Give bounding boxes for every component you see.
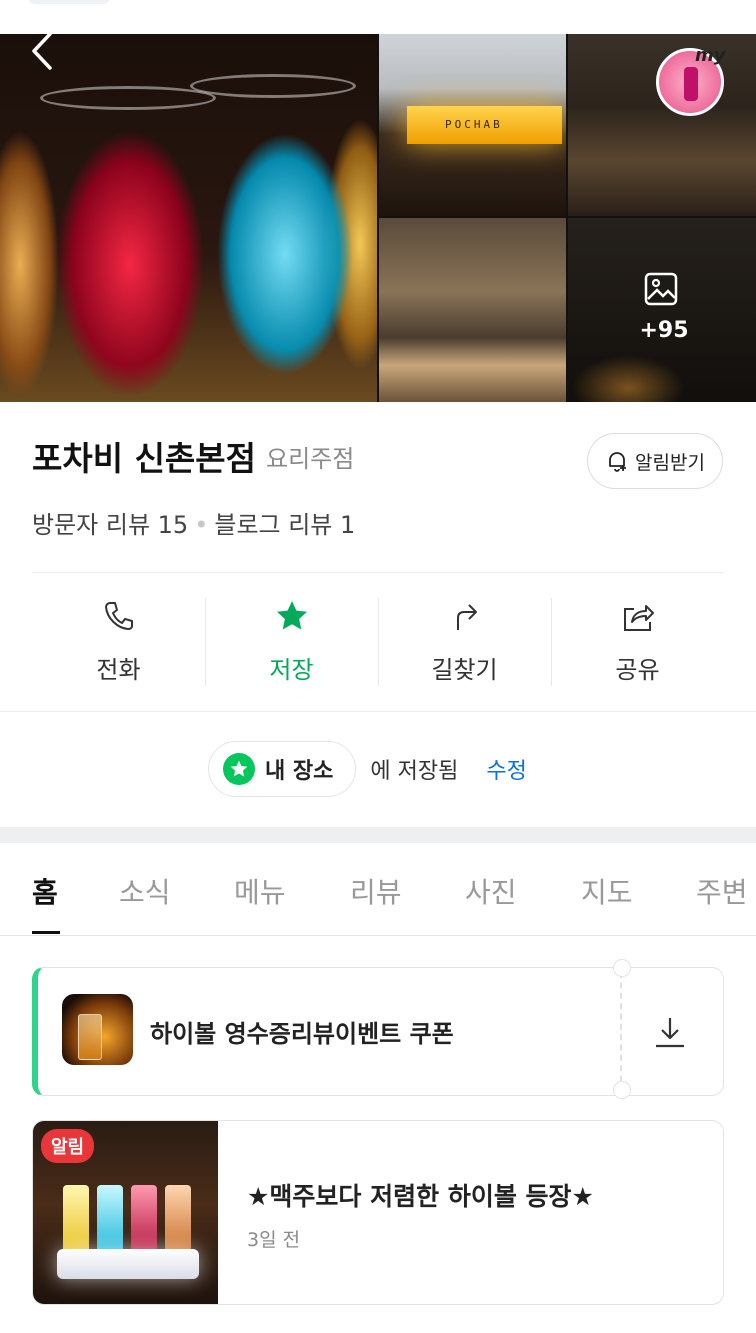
pochab-sign: POCHAB [407, 106, 562, 144]
glass-blue [97, 1185, 123, 1255]
more-photos-count: +95 [639, 318, 689, 343]
call-button[interactable]: 전화 [32, 590, 205, 690]
coupon-card[interactable]: 하이볼 영수증리뷰이벤트 쿠폰 [32, 959, 724, 1099]
notice-time: 3일 전 [247, 1229, 301, 1251]
notice-thumbnail: 알림 [33, 1121, 218, 1304]
my-profile-avatar[interactable]: my [656, 45, 726, 116]
tab-menu[interactable]: 메뉴 [234, 871, 286, 911]
edit-saved-link[interactable]: 수정 [486, 753, 526, 785]
share-label: 공유 [615, 656, 660, 684]
saved-status: 내 장소 에 저장됨 수정 [208, 740, 527, 798]
review-summary: 방문자 리뷰 15 • 블로그 리뷰 1 [32, 505, 355, 540]
coupon-thumbnail [62, 994, 133, 1065]
image-icon [644, 272, 678, 306]
action-bar: 전화 저장 길찾기 공유 [32, 590, 724, 690]
place-category: 요리주점 [266, 444, 355, 473]
star-icon [276, 601, 307, 630]
photo-gallery[interactable]: POCHAB +95 [0, 34, 756, 402]
tab-nearby[interactable]: 주변 [696, 871, 748, 911]
download-icon[interactable] [650, 1014, 690, 1050]
bell-plus-icon [609, 452, 627, 472]
glass-rim [40, 86, 216, 110]
top-pill [28, 0, 110, 4]
alarm-subscribe-button[interactable]: 알림받기 [587, 433, 723, 489]
coupon-notch [613, 959, 631, 977]
glass-orange [165, 1185, 191, 1255]
tab-news[interactable]: 소식 [119, 871, 171, 911]
alarm-label: 알림받기 [635, 451, 705, 474]
blog-reviews-link[interactable]: 블로그 리뷰 1 [214, 511, 355, 539]
directions-label: 길찾기 [431, 656, 498, 684]
save-label: 저장 [269, 656, 314, 684]
tab-home[interactable]: 홈 [32, 871, 58, 911]
directions-icon [456, 604, 477, 630]
glass-tray [57, 1249, 199, 1279]
tab-map[interactable]: 지도 [581, 871, 633, 911]
divider [0, 711, 756, 712]
tab-reviews[interactable]: 리뷰 [350, 871, 402, 911]
notice-card[interactable]: 알림 ★맥주보다 저렴한 하이볼 등장★ 3일 전 [32, 1120, 724, 1305]
saved-list-name: 내 장소 [265, 759, 334, 784]
phone-icon [104, 602, 133, 630]
active-tab-indicator [32, 931, 60, 934]
divider [32, 572, 724, 573]
tab-photos[interactable]: 사진 [465, 871, 517, 911]
tab-bar: 홈 소식 메뉴 리뷰 사진 지도 주변 [0, 843, 756, 936]
saved-star-icon [223, 753, 255, 785]
coupon-title: 하이볼 영수증리뷰이벤트 쿠폰 [150, 1020, 454, 1048]
photo-thumb-more[interactable]: +95 [568, 218, 756, 402]
photo-dim-overlay [568, 218, 756, 402]
save-button[interactable]: 저장 [205, 590, 378, 690]
my-label: my [695, 45, 726, 66]
avatar-bottle [684, 67, 698, 101]
glass-rim [190, 74, 356, 98]
coupon-notch [613, 1081, 631, 1099]
glass-yellow [63, 1185, 89, 1255]
visitor-reviews-link[interactable]: 방문자 리뷰 15 [32, 511, 188, 539]
photo-thumb-sign[interactable]: POCHAB [379, 34, 566, 216]
saved-text: 에 저장됨 [370, 759, 459, 784]
coupon-separator [620, 972, 622, 1092]
call-label: 전화 [96, 656, 141, 684]
place-title: 포차비 신촌본점 요리주점 [32, 432, 354, 482]
main-photo[interactable] [0, 34, 377, 402]
share-icon [623, 605, 654, 631]
top-bar [0, 0, 756, 34]
share-button[interactable]: 공유 [551, 590, 724, 690]
glass-red [131, 1185, 157, 1255]
photo-thumb-tables[interactable] [379, 218, 566, 402]
notice-title: ★맥주보다 저렴한 하이볼 등장★ [247, 1182, 594, 1211]
back-button[interactable] [28, 28, 58, 74]
place-name: 포차비 신촌본점 [32, 439, 257, 478]
separator-dot: • [194, 511, 209, 539]
directions-button[interactable]: 길찾기 [378, 590, 551, 690]
section-separator [0, 827, 756, 843]
saved-list-chip[interactable]: 내 장소 [208, 741, 357, 797]
notice-badge: 알림 [41, 1129, 95, 1163]
